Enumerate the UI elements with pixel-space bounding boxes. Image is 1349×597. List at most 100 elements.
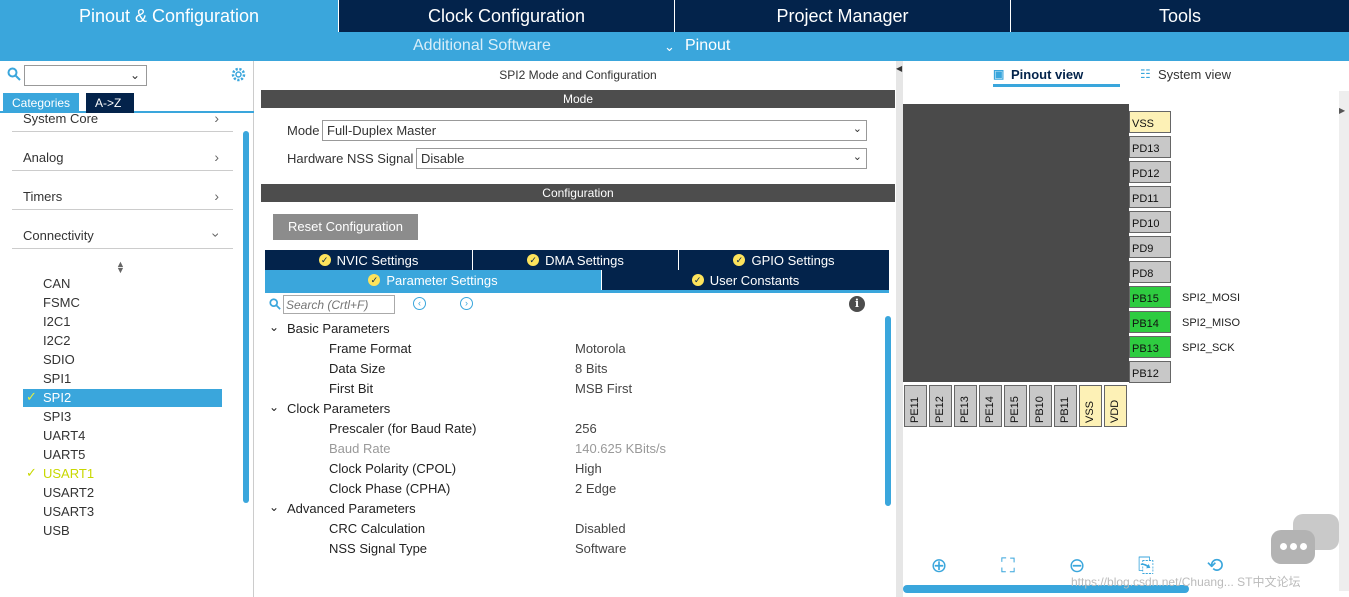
additional-software-menu[interactable]: Additional Software [413, 37, 551, 55]
pin-pd11[interactable]: PD11 [1129, 186, 1171, 208]
pin-vdd[interactable]: VDD [1104, 385, 1127, 427]
tab-nvic-settings[interactable]: ✓ NVIC Settings [265, 250, 473, 270]
pin-pe14[interactable]: PE14 [979, 385, 1002, 427]
sidebar-item-spi2[interactable]: ✓ SPI2 [23, 389, 222, 407]
pin-label: PE12 [934, 396, 946, 423]
tab-clock-configuration[interactable]: Clock Configuration [339, 0, 675, 32]
mode-select[interactable]: Full-Duplex Master ⌄ [322, 120, 867, 141]
chevron-down-icon[interactable]: ⌄ [269, 400, 279, 414]
tab-pinout-view[interactable]: ▣ Pinout view [993, 67, 1120, 87]
sidebar-item-label: SPI3 [43, 409, 72, 424]
tab-categories[interactable]: Categories [3, 93, 80, 113]
parameter-group-title[interactable]: Clock Parameters [287, 401, 390, 416]
parameter-value[interactable]: Disabled [575, 521, 626, 536]
zoom-in-icon[interactable]: ⊕ [927, 554, 951, 578]
previous-result-icon[interactable]: ‹ [413, 297, 426, 310]
parameter-name: Prescaler (for Baud Rate) [329, 421, 477, 436]
sidebar-item-sdio[interactable]: SDIO [23, 351, 222, 369]
pin-pe12[interactable]: PE12 [929, 385, 952, 427]
sidebar-item-fsmc[interactable]: FSMC [23, 294, 222, 312]
pinout-menu[interactable]: Pinout [685, 37, 730, 55]
parameter-value[interactable]: 8 Bits [575, 361, 608, 376]
fit-screen-icon[interactable]: ⛶ [996, 554, 1020, 578]
parameter-group-title[interactable]: Advanced Parameters [287, 501, 416, 516]
chevron-down-icon[interactable]: ⌄ [269, 500, 279, 514]
sidebar-item-usb[interactable]: USB [23, 522, 222, 540]
pin-pd9[interactable]: PD9 [1129, 236, 1171, 258]
pin-pb13[interactable]: PB13 [1129, 336, 1171, 358]
group-timers[interactable]: Timers › [12, 182, 233, 210]
pin-pd8[interactable]: PD8 [1129, 261, 1171, 283]
pin-pe15[interactable]: PE15 [1004, 385, 1027, 427]
parameter-value[interactable]: 256 [575, 421, 597, 436]
group-system-core[interactable]: System Core › [12, 113, 233, 132]
tab-tools[interactable]: Tools [1011, 0, 1349, 32]
parameter-scrollbar[interactable] [885, 316, 891, 506]
pin-pb12[interactable]: PB12 [1129, 361, 1171, 383]
parameter-value[interactable]: 2 Edge [575, 481, 616, 496]
tab-pinout-configuration[interactable]: Pinout & Configuration [0, 0, 339, 32]
sidebar-item-i2c2[interactable]: I2C2 [23, 332, 222, 350]
pin-vss[interactable]: VSS [1129, 111, 1171, 133]
pin-pb10[interactable]: PB10 [1029, 385, 1052, 427]
pin-pb11[interactable]: PB11 [1054, 385, 1077, 427]
tab-system-view[interactable]: ☷ System view [1140, 67, 1231, 82]
group-connectivity[interactable]: Connectivity › [12, 221, 233, 249]
sidebar-item-spi1[interactable]: SPI1 [23, 370, 222, 388]
sidebar-item-uart5[interactable]: UART5 [23, 446, 222, 464]
reset-configuration-button[interactable]: Reset Configuration [273, 214, 418, 240]
parameter-value[interactable]: Software [575, 541, 626, 556]
collapse-left-icon[interactable]: ◀ [896, 64, 902, 73]
sidebar-item-label: I2C2 [43, 333, 71, 348]
sidebar-item-usart1[interactable]: ✓ USART1 [23, 465, 222, 483]
pin-label: VDD [1109, 399, 1121, 423]
tab-a-z[interactable]: A->Z [86, 93, 134, 113]
tab-parameter-settings[interactable]: ✓ Parameter Settings [265, 270, 602, 290]
tab-gpio-settings[interactable]: ✓ GPIO Settings [679, 250, 889, 270]
grid-list-icon: ☷ [1140, 67, 1151, 81]
parameter-group-title[interactable]: Basic Parameters [287, 321, 390, 336]
mode-select-value: Full-Duplex Master [327, 123, 437, 138]
sort-arrows-icon[interactable]: ▲ ▼ [116, 260, 125, 275]
pin-pd10[interactable]: PD10 [1129, 211, 1171, 233]
info-icon[interactable]: i [849, 296, 865, 312]
check-icon: ✓ [26, 465, 37, 480]
parameter-name: Data Size [329, 361, 386, 376]
sidebar-item-uart4[interactable]: UART4 [23, 427, 222, 445]
pin-pe11[interactable]: PE11 [904, 385, 927, 427]
pin-vss[interactable]: VSS [1079, 385, 1102, 427]
parameter-name: CRC Calculation [329, 521, 426, 536]
sidebar-item-can[interactable]: CAN [23, 275, 222, 293]
panel-splitter[interactable] [896, 61, 903, 597]
pin-pb15[interactable]: PB15 [1129, 286, 1171, 308]
tab-project-manager[interactable]: Project Manager [675, 0, 1011, 32]
tab-user-constants[interactable]: ✓ User Constants [602, 270, 889, 290]
check-circle-icon: ✓ [691, 274, 704, 286]
chevron-down-icon[interactable]: ⌄ [269, 320, 279, 334]
sidebar-search-combo[interactable]: ⌄ [24, 65, 147, 86]
mcu-chip-body[interactable] [903, 104, 1129, 382]
parameter-name: Frame Format [329, 341, 412, 356]
check-circle-icon: ✓ [733, 254, 746, 266]
gear-icon[interactable] [230, 66, 247, 83]
pin-pd13[interactable]: PD13 [1129, 136, 1171, 158]
next-result-icon[interactable]: › [460, 297, 473, 310]
nss-select[interactable]: Disable ⌄ [416, 148, 867, 169]
parameter-value[interactable]: MSB First [575, 381, 632, 396]
pin-pe13[interactable]: PE13 [954, 385, 977, 427]
top-tab-bar: Pinout & Configuration Clock Configurati… [0, 0, 1349, 32]
parameter-value[interactable]: High [575, 461, 602, 476]
pin-pb14[interactable]: PB14 [1129, 311, 1171, 333]
parameter-value[interactable]: Motorola [575, 341, 626, 356]
sidebar-item-spi3[interactable]: SPI3 [23, 408, 222, 426]
sidebar-item-usart2[interactable]: USART2 [23, 484, 222, 502]
pin-pd12[interactable]: PD12 [1129, 161, 1171, 183]
sidebar-scrollbar[interactable] [243, 131, 249, 503]
parameter-search-input[interactable] [283, 295, 395, 314]
group-analog[interactable]: Analog › [12, 143, 233, 171]
tab-dma-settings[interactable]: ✓ DMA Settings [473, 250, 679, 270]
sidebar-item-i2c1[interactable]: I2C1 [23, 313, 222, 331]
sidebar-item-usart3[interactable]: USART3 [23, 503, 222, 521]
parameter-name: Clock Polarity (CPOL) [329, 461, 457, 476]
scroll-right-icon[interactable]: ▶ [1339, 106, 1345, 115]
